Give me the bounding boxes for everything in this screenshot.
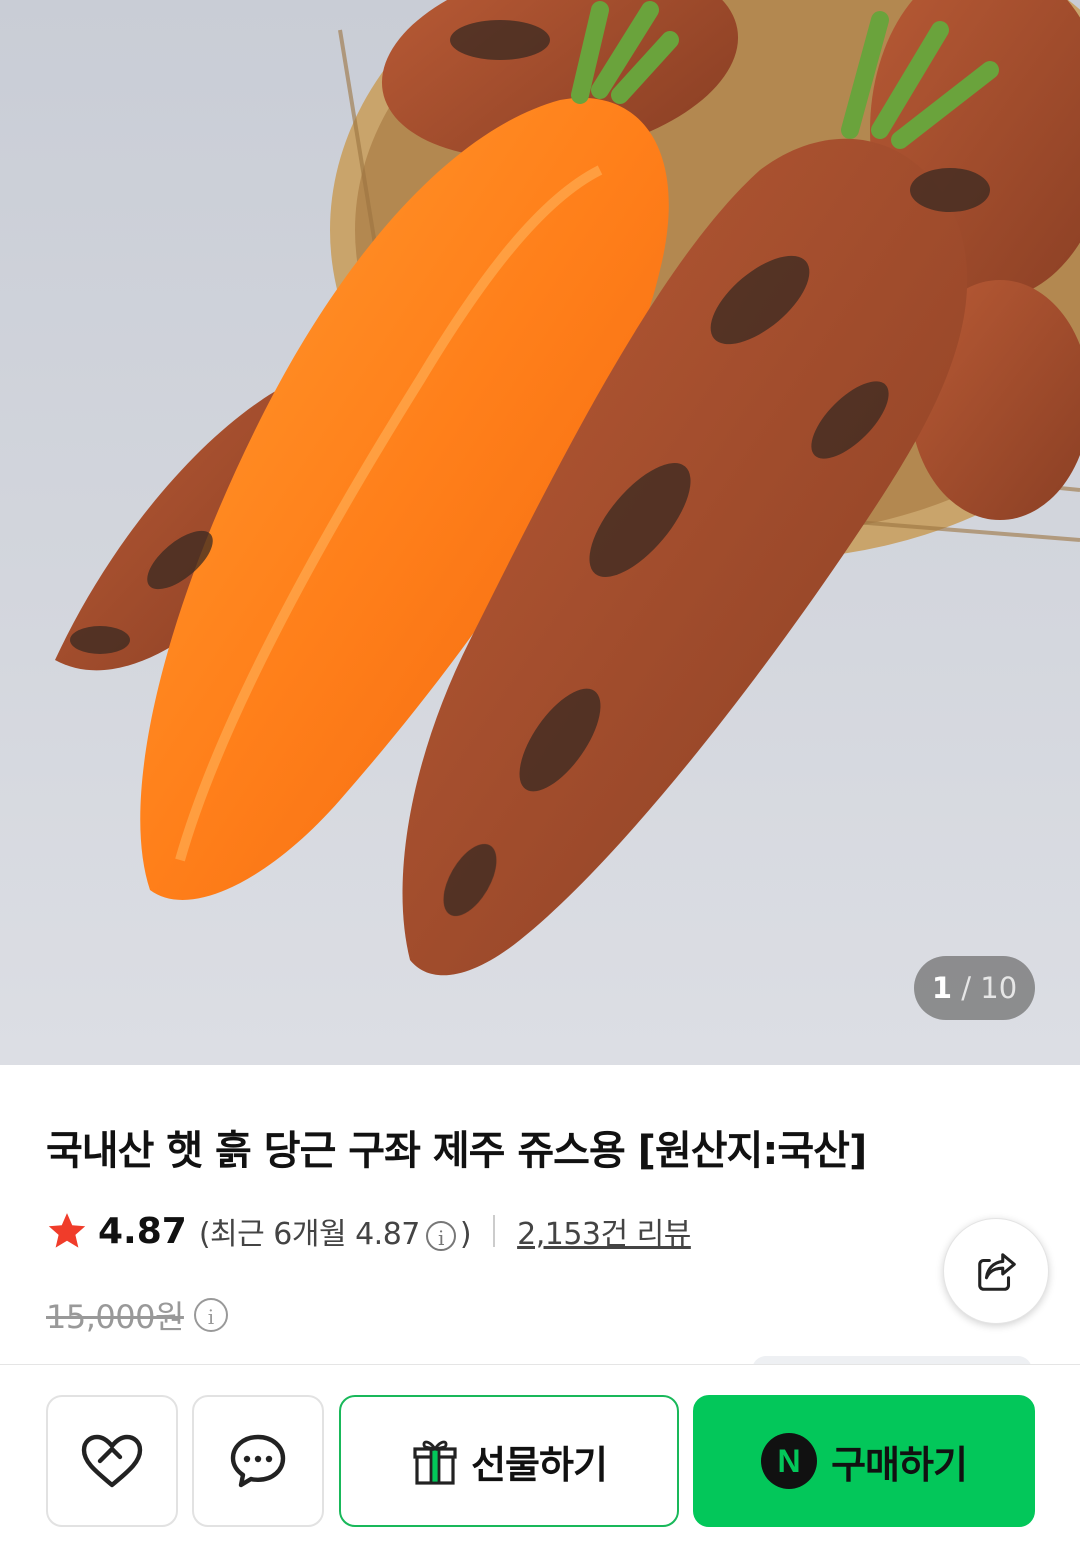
recent-rating: (최근 6개월 4.87 i)	[198, 1209, 472, 1253]
original-price: 15,000원	[46, 1298, 184, 1336]
share-icon	[978, 1253, 1016, 1291]
info-icon[interactable]: i	[425, 1220, 456, 1251]
gift-icon	[413, 1440, 457, 1485]
recent-rating-close: )	[459, 1217, 472, 1252]
rating-score: 4.87	[98, 1210, 187, 1252]
product-title: 국내산 햇 흙 당근 구좌 제주 쥬스용 [원산지:국산]	[46, 1128, 867, 1174]
buy-button[interactable]: N 구매하기	[693, 1395, 1035, 1527]
divider	[493, 1215, 496, 1247]
review-count-link[interactable]: 2,153건 리뷰	[517, 1209, 691, 1253]
star-icon	[48, 1213, 86, 1248]
share-button[interactable]	[943, 1218, 1049, 1324]
rating-row: 4.87 (최근 6개월 4.87 i) 2,153건 리뷰	[46, 1205, 691, 1257]
buy-label: 구매하기	[831, 1442, 968, 1487]
gift-label: 선물하기	[471, 1442, 608, 1487]
image-counter: 1 / 10	[914, 956, 1035, 1020]
price-info-icon[interactable]: i	[193, 1298, 228, 1332]
carrot-photo	[55, 0, 1080, 976]
original-price-row: 15,000원 i	[46, 1292, 232, 1338]
like-button[interactable]	[46, 1395, 178, 1527]
image-counter-separator: /	[961, 971, 972, 1005]
naver-n-icon: N	[761, 1433, 818, 1489]
product-image[interactable]: 1 / 10	[0, 0, 1080, 1065]
gift-button[interactable]: 선물하기	[339, 1395, 679, 1527]
recent-rating-text: (최근 6개월 4.87	[198, 1217, 421, 1252]
chat-bubble-icon	[230, 1434, 286, 1488]
image-counter-current: 1	[931, 971, 953, 1005]
talk-button[interactable]	[192, 1395, 324, 1527]
image-counter-total: 10	[980, 971, 1018, 1005]
heart-icon	[81, 1434, 143, 1488]
